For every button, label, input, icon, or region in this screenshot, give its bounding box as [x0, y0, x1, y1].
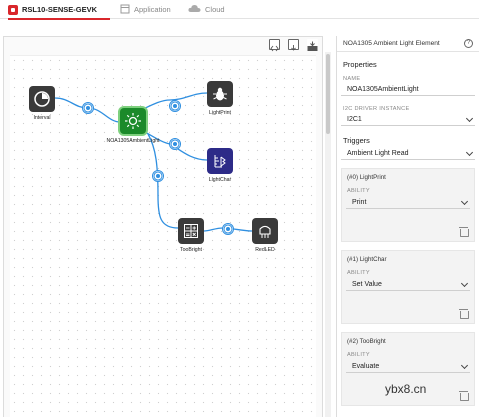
properties-heading: Properties — [343, 60, 377, 69]
name-label: NAME — [343, 76, 361, 82]
ability-label: ABILITY — [347, 270, 370, 276]
node-label-ambient: NOA1305AmbientLight — [106, 138, 160, 144]
canvas-toolbar — [269, 39, 318, 52]
led-icon — [259, 225, 271, 238]
help-icon[interactable]: ? — [464, 39, 473, 48]
tab-cloud[interactable]: Cloud — [188, 0, 225, 19]
ability-value: Print — [352, 199, 367, 206]
bug-icon — [213, 87, 227, 101]
flow-canvas-panel: Interval NOA1305AmbientLight LightPrint … — [3, 36, 323, 417]
panel-scroll-area[interactable]: Properties NAME NOA1305AmbientLight I2C … — [337, 52, 479, 417]
tab-label: Application — [134, 5, 171, 14]
node-label-lightchar: LightChar — [208, 177, 232, 183]
tab-application[interactable]: Application — [120, 0, 171, 19]
card-title: (#0) LightPrint — [347, 174, 386, 181]
application-icon — [120, 4, 130, 16]
panel-title: NOA1305 Ambient Light Element — [343, 40, 440, 47]
clock-icon — [34, 91, 50, 107]
ability-select[interactable]: Set Value — [346, 278, 470, 291]
ability-value: Evaluate — [352, 363, 380, 370]
ability-select[interactable]: Print — [346, 196, 470, 209]
trash-icon[interactable] — [459, 309, 469, 319]
node-interval[interactable] — [29, 86, 55, 112]
ability-label: ABILITY — [347, 188, 370, 194]
connector[interactable] — [169, 138, 181, 150]
node-redled[interactable] — [252, 218, 278, 244]
panel-header: NOA1305 Ambient Light Element ? — [337, 36, 479, 52]
trash-icon[interactable] — [459, 391, 469, 401]
tab-rsl10-sense-gevk[interactable]: RSL10-SENSE-GEVK — [8, 0, 110, 20]
watermark-text: ybx8.cn — [385, 382, 427, 396]
ability-select[interactable]: Evaluate — [346, 360, 470, 373]
cloud-icon — [188, 4, 201, 15]
chevron-down-icon — [465, 114, 474, 123]
chevron-down-icon — [460, 279, 469, 288]
connector[interactable] — [82, 102, 94, 114]
export-icon[interactable] — [288, 39, 299, 51]
connector[interactable] — [169, 100, 181, 112]
node-lightprint[interactable] — [207, 81, 233, 107]
node-label-lightprint: LightPrint — [209, 110, 231, 116]
chevron-down-icon — [460, 361, 469, 370]
connector[interactable] — [222, 223, 234, 235]
triggers-heading: Triggers — [343, 136, 370, 145]
trigger-value: Ambient Light Read — [347, 150, 409, 157]
evaluate-icon — [184, 224, 198, 238]
trigger-card: (#1) LightChar ABILITY Set Value — [341, 250, 475, 324]
card-title: (#1) LightChar — [347, 256, 387, 263]
name-field[interactable]: NOA1305AmbientLight — [341, 83, 475, 96]
deploy-icon[interactable] — [307, 39, 318, 51]
scrollbar-thumb[interactable] — [326, 54, 330, 134]
i2c-select[interactable]: I2C1 — [341, 113, 475, 126]
flow-canvas[interactable]: Interval NOA1305AmbientLight LightPrint … — [10, 55, 316, 417]
node-label-interval: Interval — [33, 115, 51, 121]
ability-label: ABILITY — [347, 352, 370, 358]
tab-label: Cloud — [205, 5, 225, 14]
trigger-card: (#0) LightPrint ABILITY Print — [341, 168, 475, 242]
chevron-down-icon — [465, 148, 474, 157]
node-label-redled: RedLED — [255, 247, 275, 253]
bluetooth-chart-icon — [214, 155, 226, 168]
i2c-label: I2C DRIVER INSTANCE — [343, 106, 410, 112]
sun-icon — [125, 113, 141, 129]
ability-value: Set Value — [352, 281, 382, 288]
i2c-value: I2C1 — [347, 116, 362, 123]
chip-icon — [8, 4, 18, 15]
node-lightchar[interactable] — [207, 148, 233, 174]
code-view-icon[interactable] — [269, 39, 280, 52]
trash-icon[interactable] — [459, 227, 469, 237]
tab-label: RSL10-SENSE-GEVK — [22, 5, 98, 14]
connector[interactable] — [152, 170, 164, 182]
node-noa1305-ambient-light[interactable] — [120, 108, 146, 134]
node-label-toobright: TooBright — [180, 247, 202, 253]
card-title: (#2) TooBright — [347, 338, 386, 345]
node-toobright[interactable] — [178, 218, 204, 244]
properties-panel: NOA1305 Ambient Light Element ? Properti… — [336, 36, 479, 417]
trigger-select[interactable]: Ambient Light Read — [341, 147, 475, 160]
canvas-scrollbar[interactable] — [325, 52, 331, 417]
chevron-down-icon — [460, 197, 469, 206]
top-tab-bar: RSL10-SENSE-GEVK Application Cloud — [0, 0, 479, 20]
